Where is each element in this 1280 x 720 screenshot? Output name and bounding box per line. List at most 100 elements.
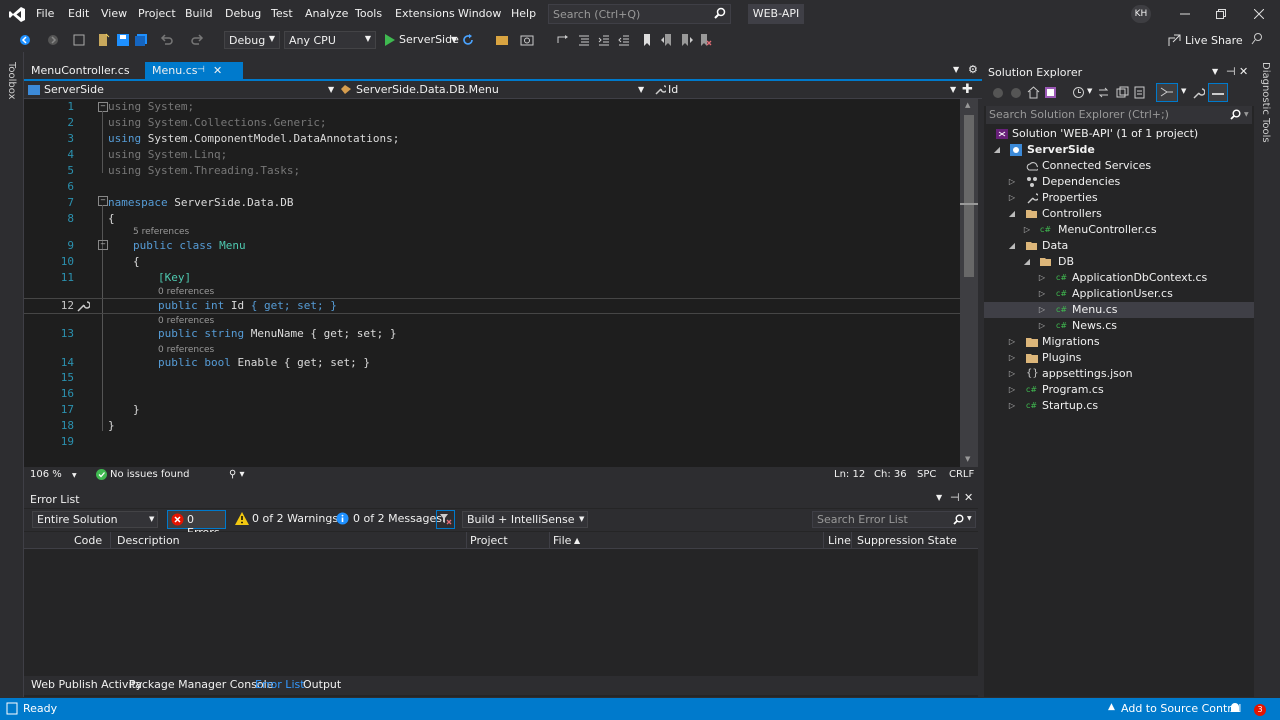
clear-bookmarks-icon[interactable] [698, 33, 712, 47]
project-dropdown[interactable]: ServerSide ▼ [26, 82, 336, 97]
collapsed-arrow-icon[interactable]: ▷ [1007, 190, 1017, 206]
back-icon[interactable] [18, 33, 32, 47]
tree-item-news[interactable]: ▷ c# News.cs [984, 318, 1254, 334]
codelens-references[interactable]: 0 references [158, 345, 214, 355]
configuration-dropdown[interactable]: Debug ▼ [224, 31, 280, 49]
diagnostic-tools-tab[interactable]: Diagnostic Tools [1260, 62, 1271, 143]
menu-project[interactable]: Project [138, 7, 176, 20]
tab-overflow-icon[interactable]: ▼ [953, 65, 959, 74]
chevron-down-icon[interactable]: ▼ [1181, 87, 1186, 95]
tree-item-properties[interactable]: ▷ Properties [984, 190, 1254, 206]
minimize-icon[interactable] [1180, 8, 1190, 18]
window-position-icon[interactable]: ▼ [936, 493, 942, 502]
pin-icon[interactable]: ⊣ [1226, 65, 1236, 78]
error-search-input[interactable]: Search Error List ▼ [812, 511, 976, 528]
tab-menu-cs[interactable]: Menu.cs ⊣ ✕ [145, 62, 243, 79]
pin-icon[interactable]: ⊣ [950, 491, 960, 504]
add-to-source-control-button[interactable]: Add to Source Control [1121, 702, 1241, 715]
undo-icon[interactable] [160, 33, 174, 47]
codelens-references[interactable]: 0 references [158, 287, 214, 297]
member-dropdown[interactable]: Id ▼ [652, 82, 958, 97]
column-line[interactable]: Line [828, 534, 851, 547]
platform-dropdown[interactable]: Any CPU ▼ [284, 31, 376, 49]
browser-link-icon[interactable] [495, 33, 509, 47]
column-project[interactable]: Project [470, 534, 508, 547]
track-active-item-button[interactable] [1156, 83, 1178, 102]
indent-icon[interactable] [597, 33, 611, 47]
back-icon[interactable] [992, 87, 1004, 99]
tree-item-project[interactable]: ◢ ServerSide [984, 142, 1254, 158]
switch-views-icon[interactable] [1044, 86, 1057, 99]
scope-dropdown[interactable]: Entire Solution ▼ [32, 511, 158, 528]
avatar[interactable]: KH [1131, 5, 1151, 23]
expanded-arrow-icon[interactable]: ◢ [1007, 206, 1017, 222]
split-editor-icon[interactable]: ✚ [962, 82, 973, 97]
chevron-down-icon[interactable]: ▼ [72, 472, 77, 479]
tab-web-publish-activity[interactable]: Web Publish Activity [31, 678, 142, 691]
menu-edit[interactable]: Edit [68, 7, 89, 20]
pending-changes-icon[interactable] [1072, 86, 1085, 99]
notifications-bell-icon[interactable] [1228, 701, 1242, 715]
collapsed-arrow-icon[interactable]: ▷ [1037, 318, 1047, 334]
close-panel-icon[interactable]: ✕ [964, 491, 973, 504]
redo-icon[interactable] [190, 33, 204, 47]
tree-item-applicationdbcontext[interactable]: ▷ c# ApplicationDbContext.cs [984, 270, 1254, 286]
menu-test[interactable]: Test [271, 7, 293, 20]
save-all-icon[interactable] [134, 33, 148, 47]
sync-icon[interactable] [1097, 86, 1110, 99]
menu-debug[interactable]: Debug [225, 7, 261, 20]
column-suppression-state[interactable]: Suppression State [857, 534, 957, 547]
column-file[interactable]: File [553, 534, 571, 547]
format-icon[interactable] [577, 33, 591, 47]
bookmark-icon[interactable] [640, 33, 654, 47]
menu-view[interactable]: View [101, 7, 127, 20]
zoom-level[interactable]: 106 % [30, 469, 62, 480]
run-button[interactable]: ServerSide ▼ [383, 31, 461, 49]
tree-item-menu-cs[interactable]: ▷ c# Menu.cs [984, 302, 1254, 318]
pin-icon[interactable]: ⊣ [197, 62, 205, 79]
tab-error-list[interactable]: Error List [255, 678, 305, 691]
toolbox-tab[interactable]: Toolbox [6, 62, 17, 100]
collapsed-arrow-icon[interactable]: ▷ [1037, 302, 1047, 318]
close-panel-icon[interactable]: ✕ [1239, 65, 1248, 78]
properties-wrench-icon[interactable] [1192, 86, 1205, 99]
menu-file[interactable]: File [36, 7, 54, 20]
menu-tools[interactable]: Tools [355, 7, 382, 20]
menu-analyze[interactable]: Analyze [305, 7, 348, 20]
codelens-references[interactable]: 0 references [158, 316, 214, 326]
forward-icon[interactable] [1010, 87, 1022, 99]
tree-item-applicationuser[interactable]: ▷ c# ApplicationUser.cs [984, 286, 1254, 302]
tab-menucontroller[interactable]: MenuController.cs [24, 62, 137, 79]
column-code[interactable]: Code [74, 534, 102, 547]
scrollbar-thumb[interactable] [964, 115, 974, 277]
show-all-files-icon[interactable] [1133, 86, 1146, 99]
scroll-down-icon[interactable]: ▼ [965, 455, 970, 463]
codelens-references[interactable]: 5 references [133, 227, 189, 237]
window-position-icon[interactable]: ▼ [1212, 67, 1218, 76]
collapse-all-icon[interactable] [1116, 86, 1129, 99]
expanded-arrow-icon[interactable]: ◢ [1022, 254, 1032, 270]
new-project-icon[interactable] [96, 33, 110, 47]
build-source-dropdown[interactable]: Build + IntelliSense ▼ [462, 511, 588, 528]
collapsed-arrow-icon[interactable]: ▷ [1007, 174, 1017, 190]
expanded-arrow-icon[interactable]: ◢ [992, 142, 1002, 158]
tab-package-manager-console[interactable]: Package Manager Console [129, 678, 273, 691]
type-dropdown[interactable]: ServerSide.Data.DB.Menu ▼ [340, 82, 646, 97]
outdent-icon[interactable] [617, 33, 631, 47]
issues-status[interactable]: No issues found [110, 469, 190, 480]
menu-build[interactable]: Build [185, 7, 213, 20]
column-description[interactable]: Description [117, 534, 180, 547]
refresh-icon[interactable] [461, 33, 475, 47]
warnings-filter-button[interactable]: 0 of 2 Warnings [233, 510, 338, 529]
solution-search-input[interactable]: Search Solution Explorer (Ctrl+;) ▼ [986, 106, 1252, 124]
filter-button[interactable] [436, 510, 455, 529]
collapsed-arrow-icon[interactable]: ▷ [1037, 270, 1047, 286]
code-cleanup-icon[interactable]: ⚲ ▾ [229, 469, 245, 480]
editor-vertical-scrollbar[interactable]: ▲ ▼ [960, 99, 978, 467]
feedback-icon[interactable] [1250, 32, 1264, 46]
collapsed-arrow-icon[interactable]: ▷ [1022, 222, 1032, 238]
close-tab-icon[interactable]: ✕ [213, 62, 222, 79]
close-window-icon[interactable] [1254, 9, 1264, 19]
collapsed-arrow-icon[interactable]: ▷ [1007, 366, 1017, 382]
tree-item-appsettings[interactable]: ▷ {} appsettings.json [984, 366, 1254, 382]
